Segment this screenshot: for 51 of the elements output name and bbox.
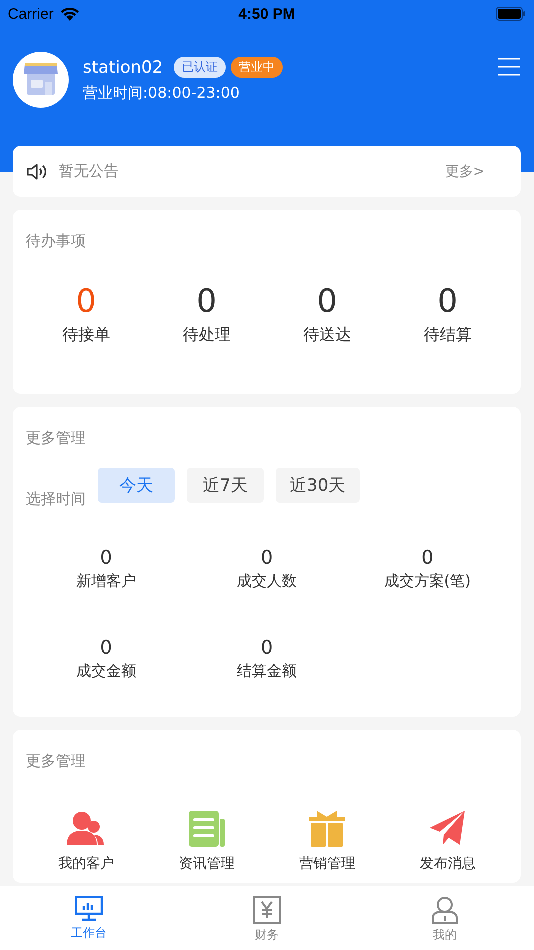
battery-icon bbox=[496, 7, 526, 21]
tab-item[interactable]: 财务 bbox=[178, 896, 356, 944]
todo-label[interactable]: 待送达 bbox=[303, 325, 352, 346]
stat-label: 新增客户 bbox=[76, 572, 136, 591]
station-name: station02 bbox=[83, 58, 164, 78]
yuan-icon bbox=[253, 896, 281, 924]
stat-value: 0 bbox=[260, 637, 274, 659]
range-button[interactable]: 今天 bbox=[98, 468, 175, 503]
notice-text: 暂无公告 bbox=[59, 162, 120, 181]
section-title: 更多管理 bbox=[26, 429, 87, 448]
paper-plane-icon[interactable] bbox=[430, 811, 466, 847]
stat-label: 成交方案(笔) bbox=[384, 572, 472, 591]
stat-value: 0 bbox=[100, 547, 112, 569]
stat-value: 0 bbox=[422, 547, 434, 569]
tab-item[interactable]: 工作台 bbox=[0, 896, 178, 942]
stat-value: 0 bbox=[100, 637, 112, 659]
business-hours: 营业时间:08:00-23:00 bbox=[83, 84, 241, 103]
stat-label: 成交人数 bbox=[236, 572, 297, 591]
status-badge: 营业中 bbox=[231, 57, 284, 78]
manage-label[interactable]: 我的客户 bbox=[58, 855, 114, 873]
carrier-name: Carrier bbox=[8, 6, 54, 22]
gift-icon[interactable] bbox=[309, 811, 346, 847]
document-icon[interactable] bbox=[188, 811, 225, 847]
users-icon[interactable] bbox=[67, 811, 106, 847]
wifi-icon bbox=[60, 7, 80, 21]
status-badge: 已认证 bbox=[174, 57, 226, 78]
section-title: 待办事项 bbox=[26, 232, 87, 251]
todo-count[interactable]: 0 bbox=[76, 283, 96, 319]
todo-count[interactable]: 0 bbox=[196, 283, 217, 319]
range-button[interactable]: 近7天 bbox=[187, 468, 264, 503]
stat-label: 成交金额 bbox=[76, 662, 136, 681]
todo-label[interactable]: 待结算 bbox=[424, 325, 472, 346]
manage-label[interactable]: 营销管理 bbox=[299, 855, 356, 873]
todo-label[interactable]: 待接单 bbox=[62, 325, 110, 346]
section-title: 更多管理 bbox=[26, 752, 87, 771]
more-link[interactable]: 更多> bbox=[445, 162, 485, 180]
stat-label: 结算金额 bbox=[236, 662, 297, 681]
time-label: 选择时间 bbox=[26, 490, 86, 509]
manage-label[interactable]: 资讯管理 bbox=[178, 855, 235, 873]
todo-count[interactable]: 0 bbox=[438, 283, 458, 319]
range-button[interactable]: 近30天 bbox=[276, 468, 360, 503]
todo-count[interactable]: 0 bbox=[317, 283, 338, 319]
person-icon bbox=[432, 896, 458, 924]
stat-value: 0 bbox=[260, 547, 274, 569]
speaker-icon bbox=[27, 162, 49, 180]
monitor-chart-icon bbox=[75, 896, 103, 922]
todo-label[interactable]: 待处理 bbox=[182, 325, 231, 346]
status-time: 4:50 PM bbox=[238, 6, 296, 22]
manage-label[interactable]: 发布消息 bbox=[420, 855, 476, 873]
tab-item[interactable]: 我的 bbox=[356, 896, 534, 944]
menu-icon[interactable] bbox=[498, 58, 520, 76]
